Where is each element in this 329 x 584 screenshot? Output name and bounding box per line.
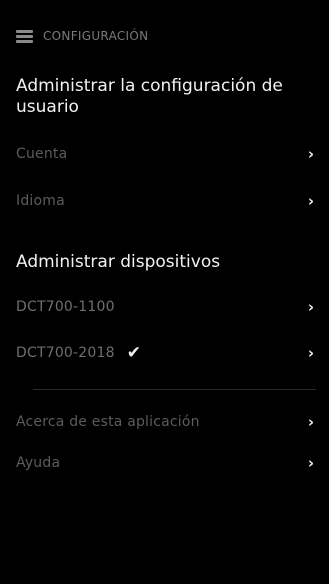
chevron-right-icon: › <box>307 191 314 210</box>
menu-item-help[interactable]: Ayuda › <box>16 452 314 474</box>
settings-item-language[interactable]: Idioma › <box>16 190 314 212</box>
settings-item-label: Idioma <box>16 193 65 209</box>
device-item-dct700-1100[interactable]: DCT700-1100 › <box>16 296 314 318</box>
device-item-dct700-2018[interactable]: DCT700-2018 ✔ › <box>16 342 314 364</box>
device-item-label: DCT700-2018 <box>16 345 115 361</box>
chevron-right-icon: › <box>307 412 314 431</box>
chevron-right-icon: › <box>307 144 314 163</box>
menu-item-label: Ayuda <box>16 455 61 471</box>
settings-item-account[interactable]: Cuenta › <box>16 143 314 165</box>
settings-screen: CONFIGURACIÓN Administrar la configuraci… <box>0 0 329 584</box>
chevron-right-icon: › <box>307 297 314 316</box>
devices-section-title: Administrar dispositivos <box>16 252 221 272</box>
device-item-label: DCT700-1100 <box>16 299 115 315</box>
chevron-right-icon: › <box>307 343 314 362</box>
divider <box>33 389 316 390</box>
settings-item-label: Cuenta <box>16 146 68 162</box>
page-title: CONFIGURACIÓN <box>43 29 149 43</box>
top-bar: CONFIGURACIÓN <box>16 26 148 46</box>
menu-item-about[interactable]: Acerca de esta aplicación › <box>16 411 314 433</box>
user-settings-section-title: Administrar la configuración de usuario <box>16 76 283 117</box>
hamburger-menu-icon[interactable] <box>16 29 33 43</box>
chevron-right-icon: › <box>307 453 314 472</box>
checkmark-icon: ✔ <box>126 342 141 363</box>
menu-item-label: Acerca de esta aplicación <box>16 414 200 430</box>
